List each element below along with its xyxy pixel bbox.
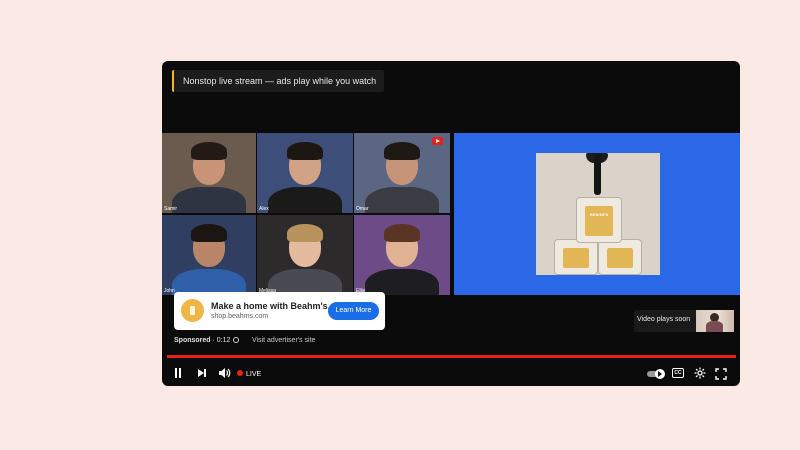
product-panel: BEAHM'S	[454, 133, 740, 295]
participant-hair	[384, 142, 420, 160]
participant-tile: Ellie	[354, 215, 450, 295]
paint-can	[554, 239, 598, 275]
participant-tile: Melissa	[257, 215, 353, 295]
ad-card[interactable]: Make a home with Beahm's. shop.beahms.co…	[174, 292, 385, 330]
participant-body	[268, 187, 342, 213]
advertiser-logo-icon	[181, 299, 204, 322]
live-indicator[interactable]: LIVE	[237, 370, 261, 378]
participant-grid: Samir Alex Omar John Melissa Ellie	[162, 133, 450, 295]
volume-icon[interactable]	[217, 366, 231, 380]
player-controls: LIVE CC	[162, 363, 740, 383]
autoplay-toggle-icon[interactable]	[647, 369, 665, 379]
participant-hair	[384, 224, 420, 242]
up-next-thumbnail[interactable]	[696, 310, 734, 332]
participant-body	[365, 187, 439, 213]
info-icon[interactable]	[233, 337, 240, 343]
participant-name: Samir	[164, 206, 178, 212]
up-next-label: Video plays soon	[637, 316, 691, 323]
participant-tile: John	[162, 215, 256, 295]
pause-icon[interactable]	[171, 366, 185, 380]
can-brand-label: BEAHM'S	[589, 212, 609, 217]
stream-notice-text: Nonstop live stream — ads play while you…	[183, 76, 377, 86]
settings-gear-icon[interactable]	[693, 366, 707, 380]
paint-can	[598, 239, 642, 275]
youtube-badge-icon	[432, 137, 443, 145]
learn-more-button[interactable]: Learn More	[328, 302, 379, 320]
ad-time-remaining: 0:12	[216, 337, 231, 344]
next-icon[interactable]	[195, 366, 209, 380]
stream-notice-banner: Nonstop live stream — ads play while you…	[172, 70, 385, 92]
participant-hair	[191, 142, 227, 160]
progress-fill	[167, 355, 736, 358]
participant-name: John	[164, 288, 175, 294]
fullscreen-icon[interactable]	[715, 367, 727, 380]
participant-tile: Alex	[257, 133, 353, 213]
cc-icon[interactable]: CC	[672, 368, 684, 378]
participant-hair	[287, 142, 323, 160]
video-player[interactable]: Nonstop live stream — ads play while you…	[162, 61, 740, 386]
progress-bar[interactable]	[167, 355, 736, 358]
participant-tile: Samir	[162, 133, 256, 213]
sponsored-label: Sponsored	[174, 337, 211, 344]
visit-advertiser-link[interactable]: Visit advertiser's site	[252, 337, 315, 344]
paint-drip	[594, 153, 601, 195]
participant-tile: Omar	[354, 133, 450, 213]
paint-can-product-image: BEAHM'S	[536, 153, 660, 275]
ad-domain: shop.beahms.com	[211, 313, 269, 320]
paint-can-top: BEAHM'S	[576, 197, 622, 243]
participant-body	[172, 187, 246, 213]
live-label: LIVE	[246, 371, 262, 378]
sponsored-info: Sponsored · 0:12	[174, 337, 241, 344]
live-dot-icon	[237, 370, 243, 376]
participant-name: Alex	[259, 206, 269, 212]
participant-hair	[287, 224, 323, 242]
up-next-preview[interactable]: Video plays soon	[634, 310, 734, 332]
participant-hair	[191, 224, 227, 242]
participant-name: Omar	[356, 206, 369, 212]
ad-title: Make a home with Beahm's.	[211, 301, 331, 311]
